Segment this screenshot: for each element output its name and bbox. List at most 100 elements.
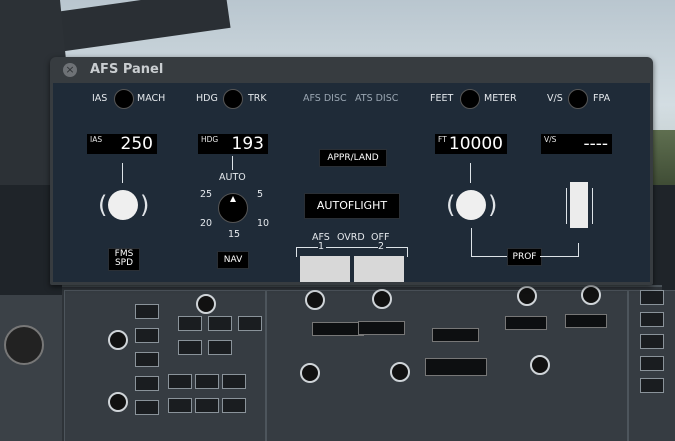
cockpit-button	[640, 356, 664, 371]
cockpit-button	[135, 376, 159, 391]
cockpit-display	[505, 316, 547, 330]
afs-2-label: 2	[378, 241, 385, 252]
ias-display: IAS 250	[87, 134, 157, 154]
bank-limit-5: 5	[257, 189, 264, 200]
autoflight-button[interactable]: AUTOFLIGHT	[304, 193, 400, 219]
heading-knob[interactable]	[218, 193, 248, 223]
altitude-indicator-line	[470, 163, 471, 183]
cockpit-button	[222, 398, 246, 413]
cockpit-efis-panel	[64, 290, 266, 441]
cockpit-button	[135, 304, 159, 319]
cockpit-button	[135, 400, 159, 415]
cockpit-knob	[196, 294, 216, 314]
close-button[interactable]: ×	[63, 63, 77, 77]
vs-thumbwheel[interactable]	[570, 182, 588, 228]
cockpit-button	[208, 316, 232, 331]
title-bar[interactable]: × AFS Panel	[50, 57, 653, 82]
ovrd-label: OVRD	[337, 232, 365, 243]
afs-bracket-line	[296, 247, 297, 257]
auto-label: AUTO	[219, 172, 246, 183]
afs-bracket-line	[296, 247, 318, 248]
prof-button[interactable]: PROF	[507, 248, 542, 266]
cockpit-button	[195, 398, 219, 413]
afs-panel-window: × AFS Panel IAS MACH HDG TRK AFS DISC AT…	[50, 57, 653, 285]
cockpit-knob	[372, 289, 392, 309]
altitude-display-label: FT	[438, 135, 447, 144]
speed-indicator-line	[122, 163, 123, 183]
hdg-display: HDG 193	[198, 134, 268, 154]
afs-1-label: 1	[318, 241, 325, 252]
vs-value: ----	[583, 134, 608, 154]
cockpit-knob	[305, 290, 325, 310]
vs-label: V/S	[547, 93, 563, 104]
speed-knob-right-arrow: )	[140, 191, 150, 219]
cockpit-display	[425, 358, 487, 376]
speed-knob[interactable]	[108, 190, 138, 220]
altitude-knob-right-arrow: )	[488, 191, 498, 219]
left-instrument-panel	[0, 295, 62, 441]
cockpit-button	[135, 328, 159, 343]
cockpit-button	[195, 374, 219, 389]
speed-knob-left-arrow: (	[98, 191, 108, 219]
cockpit-knob	[517, 286, 537, 306]
appr-land-button[interactable]: APPR/LAND	[319, 149, 387, 167]
ias-value: 250	[120, 134, 153, 154]
bank-limit-15: 15	[228, 229, 241, 240]
feet-meter-switch[interactable]	[460, 89, 480, 109]
ats-disc-label: ATS DISC	[355, 93, 399, 104]
bank-limit-20: 20	[200, 218, 213, 229]
cockpit-button	[640, 334, 664, 349]
cockpit-button	[168, 374, 192, 389]
afs-1-ovrd-switch[interactable]	[300, 256, 350, 282]
nav-button[interactable]: NAV	[217, 251, 249, 269]
cockpit-display	[432, 328, 479, 342]
heading-knob-pointer	[230, 196, 236, 202]
bank-limit-10: 10	[257, 218, 270, 229]
heading-indicator-line	[232, 156, 233, 170]
afs-panel: IAS MACH HDG TRK AFS DISC ATS DISC FEET …	[53, 83, 650, 282]
prof-bracket-line	[578, 243, 579, 257]
hdg-trk-switch[interactable]	[223, 89, 243, 109]
prof-bracket-line	[471, 228, 472, 256]
vs-fpa-switch[interactable]	[568, 89, 588, 109]
cockpit-button	[178, 316, 202, 331]
ias-label: IAS	[92, 93, 108, 104]
cockpit-knob	[300, 363, 320, 383]
afs-bracket-line	[386, 247, 408, 248]
altitude-knob[interactable]	[456, 190, 486, 220]
ias-mach-switch[interactable]	[114, 89, 134, 109]
fpa-label: FPA	[593, 93, 611, 104]
cockpit-button	[135, 352, 159, 367]
cockpit-display	[312, 322, 364, 336]
hdg-value: 193	[231, 134, 264, 154]
meter-label: METER	[484, 93, 517, 104]
cockpit-button	[640, 290, 664, 305]
ias-display-label: IAS	[90, 135, 103, 144]
cockpit-button	[208, 340, 232, 355]
cockpit-button	[168, 398, 192, 413]
cockpit-button	[222, 374, 246, 389]
vs-wheel-guide	[592, 188, 593, 224]
left-gauge	[4, 325, 44, 365]
trk-label: TRK	[248, 93, 267, 104]
cockpit-button	[238, 316, 262, 331]
prof-bracket-line	[540, 256, 578, 257]
afs-2-ovrd-switch[interactable]	[354, 256, 404, 282]
altitude-value: 10000	[448, 134, 503, 154]
afs-bracket-line	[407, 247, 408, 257]
hdg-display-label: HDG	[201, 135, 219, 144]
cockpit-button	[178, 340, 202, 355]
feet-label: FEET	[430, 93, 454, 104]
hdg-label: HDG	[196, 93, 218, 104]
cockpit-knob	[108, 392, 128, 412]
cockpit-button	[640, 312, 664, 327]
window-title: AFS Panel	[90, 62, 164, 77]
cockpit-display	[358, 321, 405, 335]
cockpit-display	[565, 314, 607, 328]
prof-bracket-line	[471, 256, 507, 257]
vs-wheel-guide	[566, 188, 567, 224]
afs-bracket-line	[326, 247, 378, 248]
cockpit-knob	[530, 355, 550, 375]
vs-display: V/S ----	[541, 134, 612, 154]
fms-spd-button[interactable]: FMS SPD	[108, 248, 140, 271]
